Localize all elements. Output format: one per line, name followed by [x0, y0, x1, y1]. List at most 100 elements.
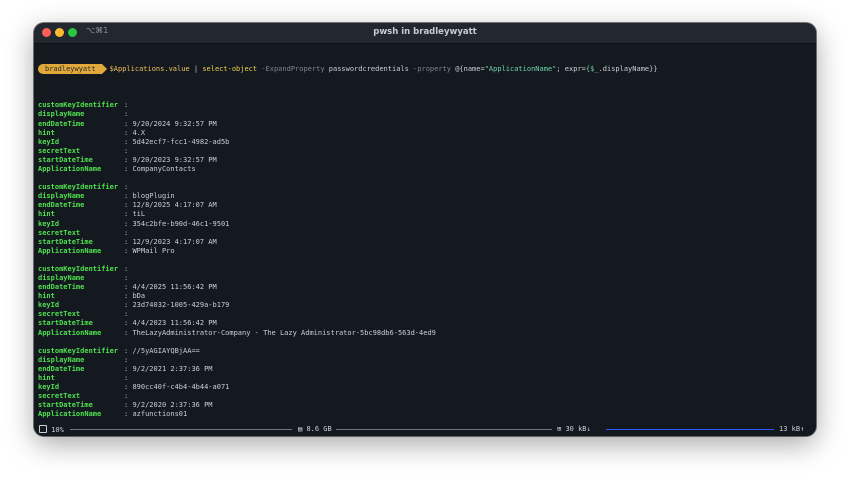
- record-field-secrettext: secretText:: [38, 392, 816, 401]
- record-field-enddatetime: endDateTime: 9/20/2024 9:32:57 PM: [38, 120, 816, 129]
- cmd-arg: passwordcredentials: [328, 65, 409, 74]
- title-bar[interactable]: ⌥⌘1 pwsh in bradleywyatt: [34, 23, 816, 44]
- record-field-displayname: displayName: blogPlugin: [38, 192, 816, 201]
- field-key: startDateTime: [38, 155, 93, 164]
- field-key: ApplicationName: [38, 328, 102, 337]
- field-separator: :: [124, 373, 133, 382]
- memory-graph: [336, 429, 552, 430]
- record-field-startdatetime: startDateTime: 4/4/2023 11:56:42 PM: [38, 319, 816, 328]
- field-separator: :: [124, 392, 133, 401]
- upload-value: 13 kB↑: [779, 425, 805, 433]
- memory-value: 8.6 GB: [306, 425, 332, 433]
- output-record: customKeyIdentifier: displayName: endDat…: [38, 101, 816, 174]
- field-key: startDateTime: [38, 237, 93, 246]
- field-value: 354c2bfe-b90d-46c1-9501: [132, 219, 230, 228]
- field-value: 890cc40f-c4b4-4b44-a071: [132, 383, 230, 391]
- field-key: keyId: [38, 219, 60, 228]
- record-field-hint: hint: tiL: [38, 210, 816, 219]
- field-key: customKeyIdentifier: [38, 183, 119, 192]
- field-key: displayName: [38, 355, 85, 364]
- field-key: secretText: [38, 228, 81, 237]
- record-field-customkeyidentifier: customKeyIdentifier:: [38, 265, 816, 274]
- field-key: ApplicationName: [38, 246, 102, 255]
- record-field-enddatetime: endDateTime: 12/8/2025 4:17:07 AM: [38, 201, 816, 210]
- field-key: secretText: [38, 310, 81, 319]
- download-value: 30 kB↓: [565, 425, 591, 433]
- network-status: ⊞ 30 kB↓: [557, 425, 591, 433]
- record-field-keyid: keyId: 890cc40f-c4b4-4b44-a071: [38, 383, 816, 392]
- field-key: hint: [38, 128, 55, 137]
- record-field-displayname: displayName:: [38, 110, 816, 119]
- record-field-secrettext: secretText:: [38, 310, 816, 319]
- terminal-window: ⌥⌘1 pwsh in bradleywyatt bradleywyatt $Ap…: [34, 23, 816, 436]
- field-separator: :: [124, 146, 133, 155]
- terminal-output[interactable]: bradleywyatt $Applications.value | select…: [34, 43, 816, 422]
- field-key: displayName: [38, 110, 85, 119]
- cmd-arg: @{name=: [455, 65, 485, 74]
- status-bar: 10% ▤ 8.6 GB ⊞ 30 kB↓ 13 kB↑: [34, 422, 816, 436]
- cmd-pipe: |: [189, 65, 203, 74]
- field-value: 4/4/2023 11:56:42 PM: [132, 319, 217, 328]
- cmd-name: select-object: [202, 65, 258, 74]
- field-value: //5yAGIAYQBjAA==: [132, 346, 200, 355]
- window-title: pwsh in bradleywyatt: [373, 27, 477, 37]
- field-key: startDateTime: [38, 319, 93, 328]
- record-field-customkeyidentifier: customKeyIdentifier:: [38, 101, 816, 110]
- field-key: hint: [38, 210, 55, 219]
- field-value: bDa: [132, 292, 146, 301]
- field-separator: :: [124, 101, 133, 110]
- field-key: endDateTime: [38, 119, 85, 128]
- field-value: TheLazyAdministrator-Company - The Lazy …: [132, 328, 436, 337]
- cmd-param: -ExpandProperty: [257, 65, 329, 74]
- command-line: bradleywyatt $Applications.value | select…: [38, 64, 816, 77]
- record-field-keyid: keyId: 5d42ecf7-fcc1-4982-ad5b: [38, 138, 816, 147]
- cmd-string: "ApplicationName": [484, 65, 557, 74]
- network-graph: [606, 429, 774, 430]
- record-field-hint: hint:: [38, 374, 816, 383]
- field-key: keyId: [38, 301, 60, 310]
- output-records: customKeyIdentifier: displayName: endDat…: [38, 101, 816, 422]
- field-key: customKeyIdentifier: [38, 346, 119, 355]
- field-value: 9/20/2023 9:32:57 PM: [132, 155, 217, 164]
- field-key: displayName: [38, 192, 85, 201]
- field-key: ApplicationName: [38, 165, 102, 174]
- field-key: endDateTime: [38, 364, 85, 373]
- memory-status: ▤ 8.6 GB: [298, 425, 332, 433]
- field-separator: :: [124, 228, 133, 237]
- record-field-secrettext: secretText:: [38, 229, 816, 238]
- field-value: 12/9/2023 4:17:07 AM: [132, 237, 217, 246]
- record-field-applicationname: ApplicationName: azfunctions01: [38, 410, 816, 419]
- field-key: startDateTime: [38, 401, 93, 410]
- cpu-icon: [39, 425, 47, 433]
- record-field-startdatetime: startDateTime: 12/9/2023 4:17:07 AM: [38, 238, 816, 247]
- field-value: azfunctions01: [132, 410, 188, 419]
- cmd-variable: $Applications.value: [109, 65, 190, 74]
- cpu-value: 10%: [51, 426, 64, 434]
- field-value: 5d42ecf7-fcc1-4982-ad5b: [132, 137, 230, 146]
- field-separator: :: [124, 310, 133, 319]
- field-value: 9/20/2024 9:32:57 PM: [132, 119, 217, 128]
- record-field-applicationname: ApplicationName: TheLazyAdministrator-Co…: [38, 329, 816, 338]
- record-field-startdatetime: startDateTime: 9/2/2020 2:37:36 PM: [38, 401, 816, 410]
- record-field-displayname: displayName:: [38, 356, 816, 365]
- field-value: WPMail Pro: [132, 246, 175, 255]
- field-value: 4.X: [132, 128, 146, 137]
- record-field-hint: hint: 4.X: [38, 129, 816, 138]
- memory-icon: ▤: [298, 425, 303, 433]
- field-value: 12/8/2025 4:17:07 AM: [132, 201, 217, 210]
- field-key: hint: [38, 373, 55, 382]
- record-field-startdatetime: startDateTime: 9/20/2023 9:32:57 PM: [38, 156, 816, 165]
- field-separator: :: [124, 355, 133, 364]
- field-value: 4/4/2025 11:56:42 PM: [132, 283, 217, 292]
- record-field-customkeyidentifier: customKeyIdentifier:: [38, 183, 816, 192]
- field-key: displayName: [38, 273, 85, 282]
- cmd-param: -property: [408, 65, 456, 74]
- field-value: blogPlugin: [132, 192, 175, 201]
- record-field-hint: hint: bDa: [38, 292, 816, 301]
- record-field-applicationname: ApplicationName: CompanyContacts: [38, 165, 816, 174]
- field-separator: :: [124, 110, 133, 119]
- field-separator: :: [124, 273, 133, 282]
- record-field-enddatetime: endDateTime: 9/2/2021 2:37:36 PM: [38, 365, 816, 374]
- cmd-arg: .displayName}}: [598, 65, 658, 74]
- field-value: 9/2/2020 2:37:36 PM: [132, 401, 213, 410]
